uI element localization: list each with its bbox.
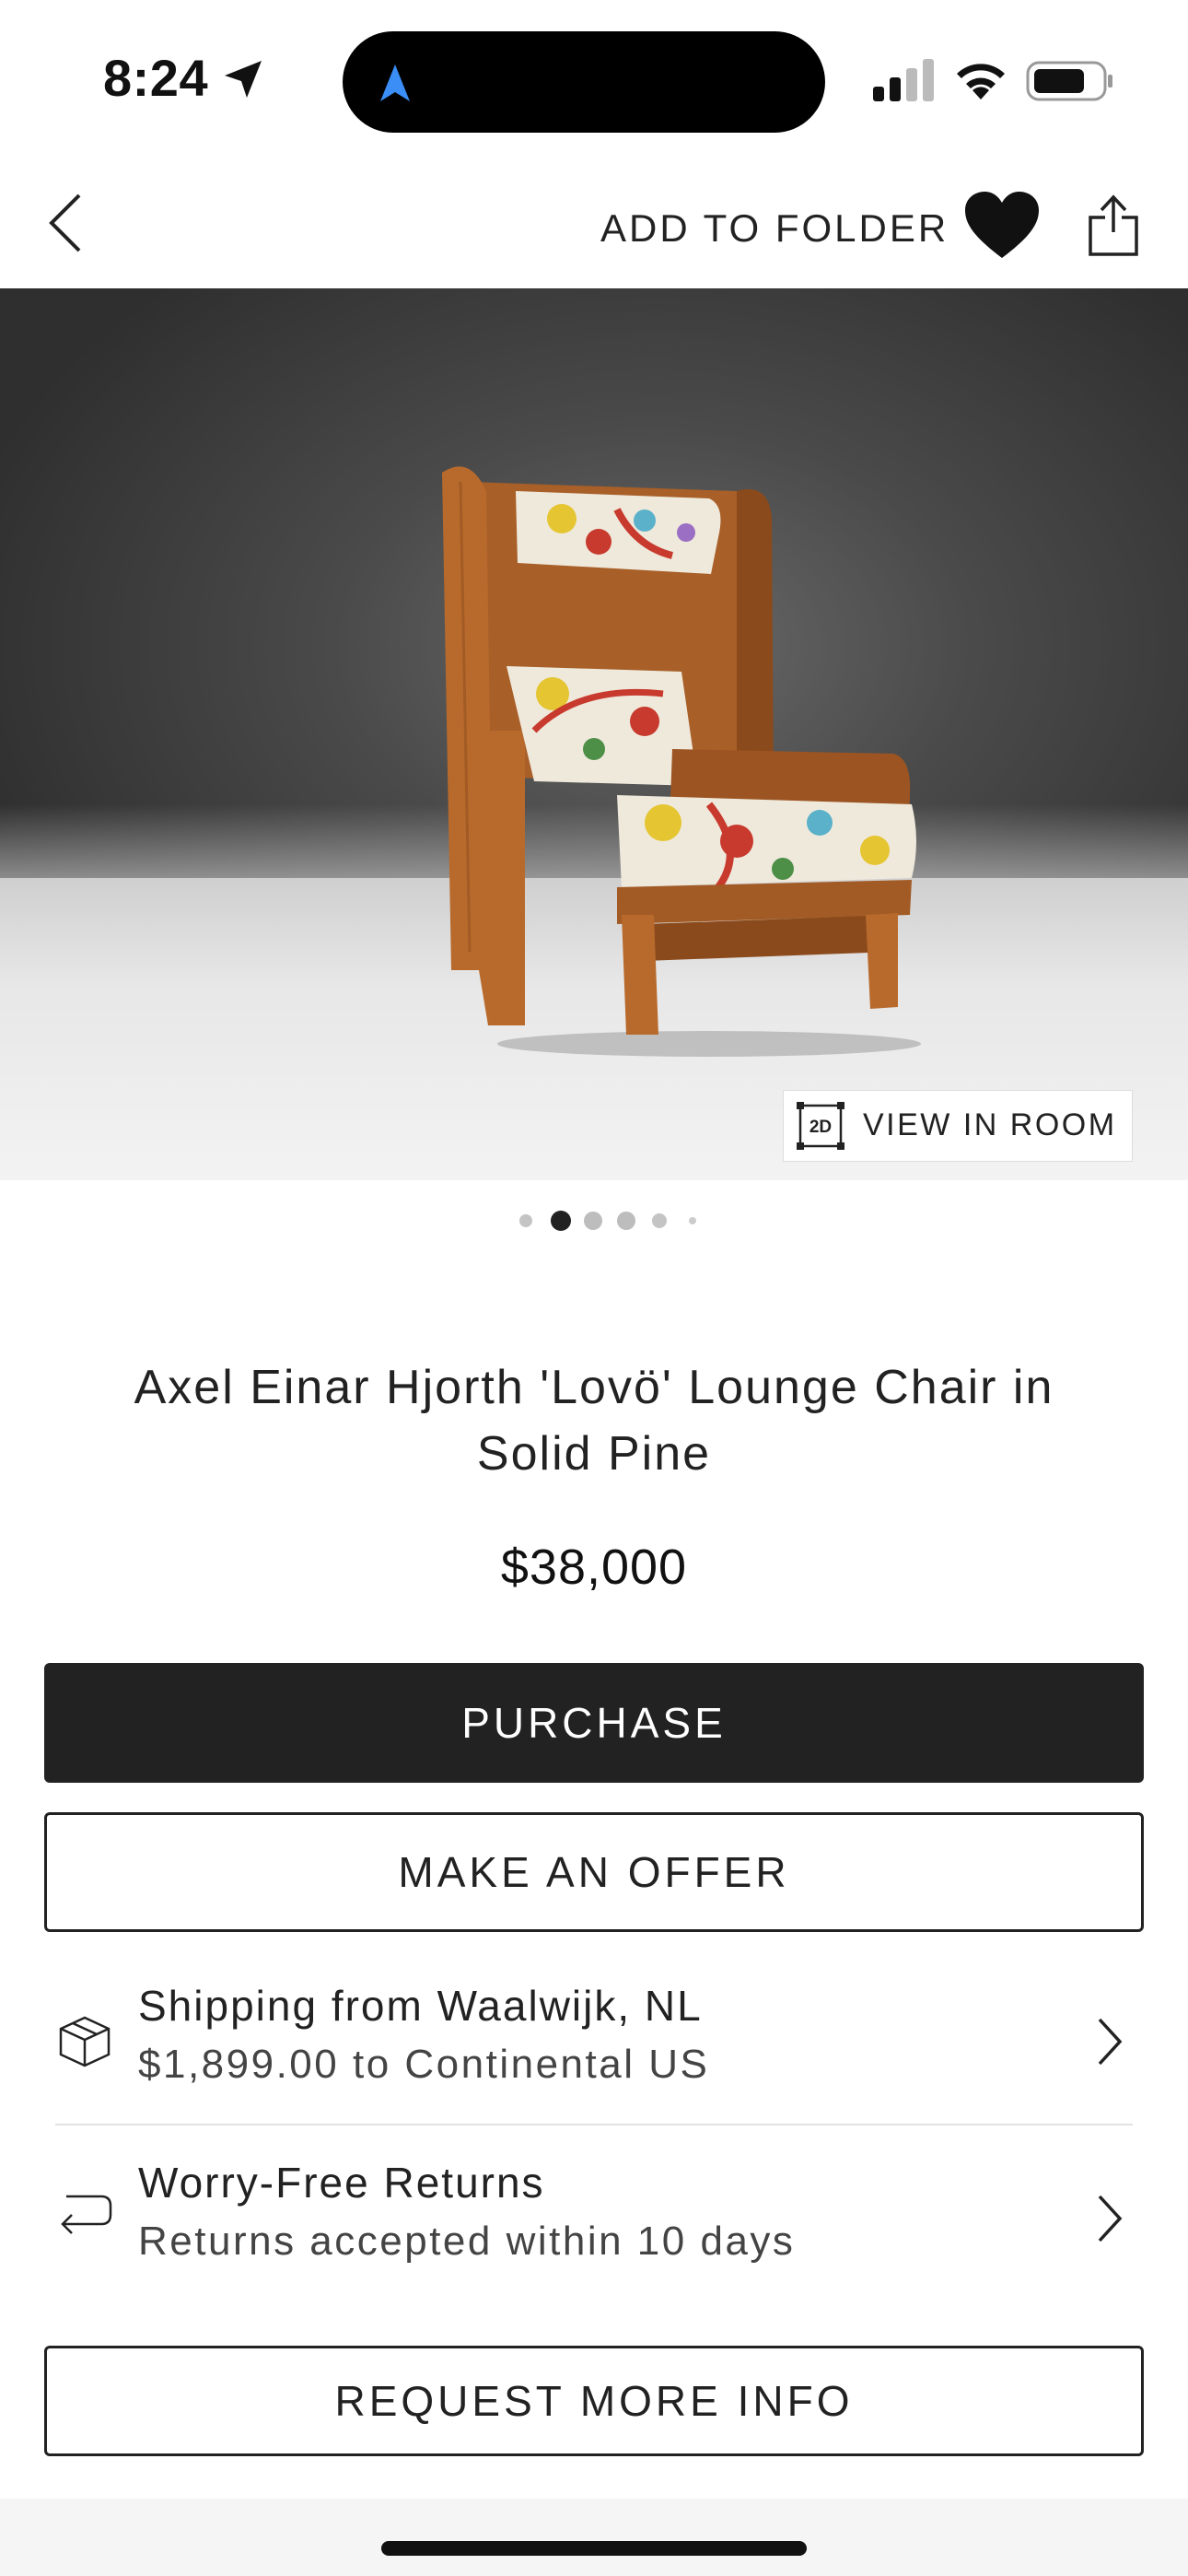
- product-image[interactable]: [0, 288, 1188, 1180]
- return-arrow-icon: [61, 2195, 112, 2234]
- shipping-subtitle: $1,899.00 to Continental US: [138, 2042, 710, 2087]
- view-2d-icon: 2D: [797, 1102, 844, 1150]
- request-more-info-button[interactable]: REQUEST MORE INFO: [44, 2346, 1144, 2456]
- make-offer-button[interactable]: MAKE AN OFFER: [44, 1812, 1144, 1932]
- view-in-room-label: VIEW IN ROOM: [863, 1107, 1117, 1142]
- view-2d-badge: 2D: [809, 1118, 832, 1137]
- carousel-dot-3[interactable]: [584, 1212, 602, 1230]
- returns-subtitle: Returns accepted within 10 days: [138, 2219, 796, 2264]
- divider: [55, 2124, 1133, 2125]
- returns-row[interactable]: Worry-Free Returns Returns accepted with…: [44, 2139, 1144, 2305]
- carousel-dot-6[interactable]: [689, 1217, 696, 1224]
- share-icon[interactable]: [1087, 192, 1140, 258]
- heart-icon[interactable]: [963, 190, 1041, 260]
- returns-title: Worry-Free Returns: [138, 2159, 545, 2207]
- carousel-dots[interactable]: [518, 1209, 702, 1231]
- status-time: 8:24: [103, 49, 209, 107]
- view-in-room-button[interactable]: 2D VIEW IN ROOM: [783, 1090, 1133, 1162]
- shipping-title: Shipping from Waalwijk, NL: [138, 1982, 703, 2030]
- navigation-icon: [380, 64, 410, 101]
- wifi-icon: [957, 64, 1005, 100]
- cellular-signal-icon: [873, 59, 934, 101]
- add-to-folder-button[interactable]: ADD TO FOLDER: [600, 206, 949, 251]
- product-title: Axel Einar Hjorth 'Lovö' Lounge Chair in…: [134, 1361, 1054, 1481]
- carousel-dot-2-active[interactable]: [551, 1211, 571, 1231]
- carousel-dot-1[interactable]: [519, 1214, 532, 1227]
- bottom-band: [0, 2499, 1188, 2576]
- carousel-dot-5[interactable]: [652, 1213, 667, 1228]
- back-button[interactable]: [46, 192, 87, 254]
- lounge-chair-illustration: [442, 466, 921, 1057]
- location-arrow-icon: [225, 61, 262, 98]
- chevron-right-icon: [1098, 2195, 1123, 2242]
- product-price: $38,000: [500, 1540, 688, 1595]
- battery-icon: [1026, 61, 1112, 101]
- purchase-button[interactable]: PURCHASE: [44, 1663, 1144, 1783]
- shipping-row[interactable]: Shipping from Waalwijk, NL $1,899.00 to …: [44, 1962, 1144, 2128]
- carousel-dot-4[interactable]: [617, 1212, 635, 1230]
- home-indicator[interactable]: [381, 2541, 807, 2556]
- package-icon: [59, 2016, 111, 2067]
- chevron-right-icon: [1098, 2018, 1123, 2066]
